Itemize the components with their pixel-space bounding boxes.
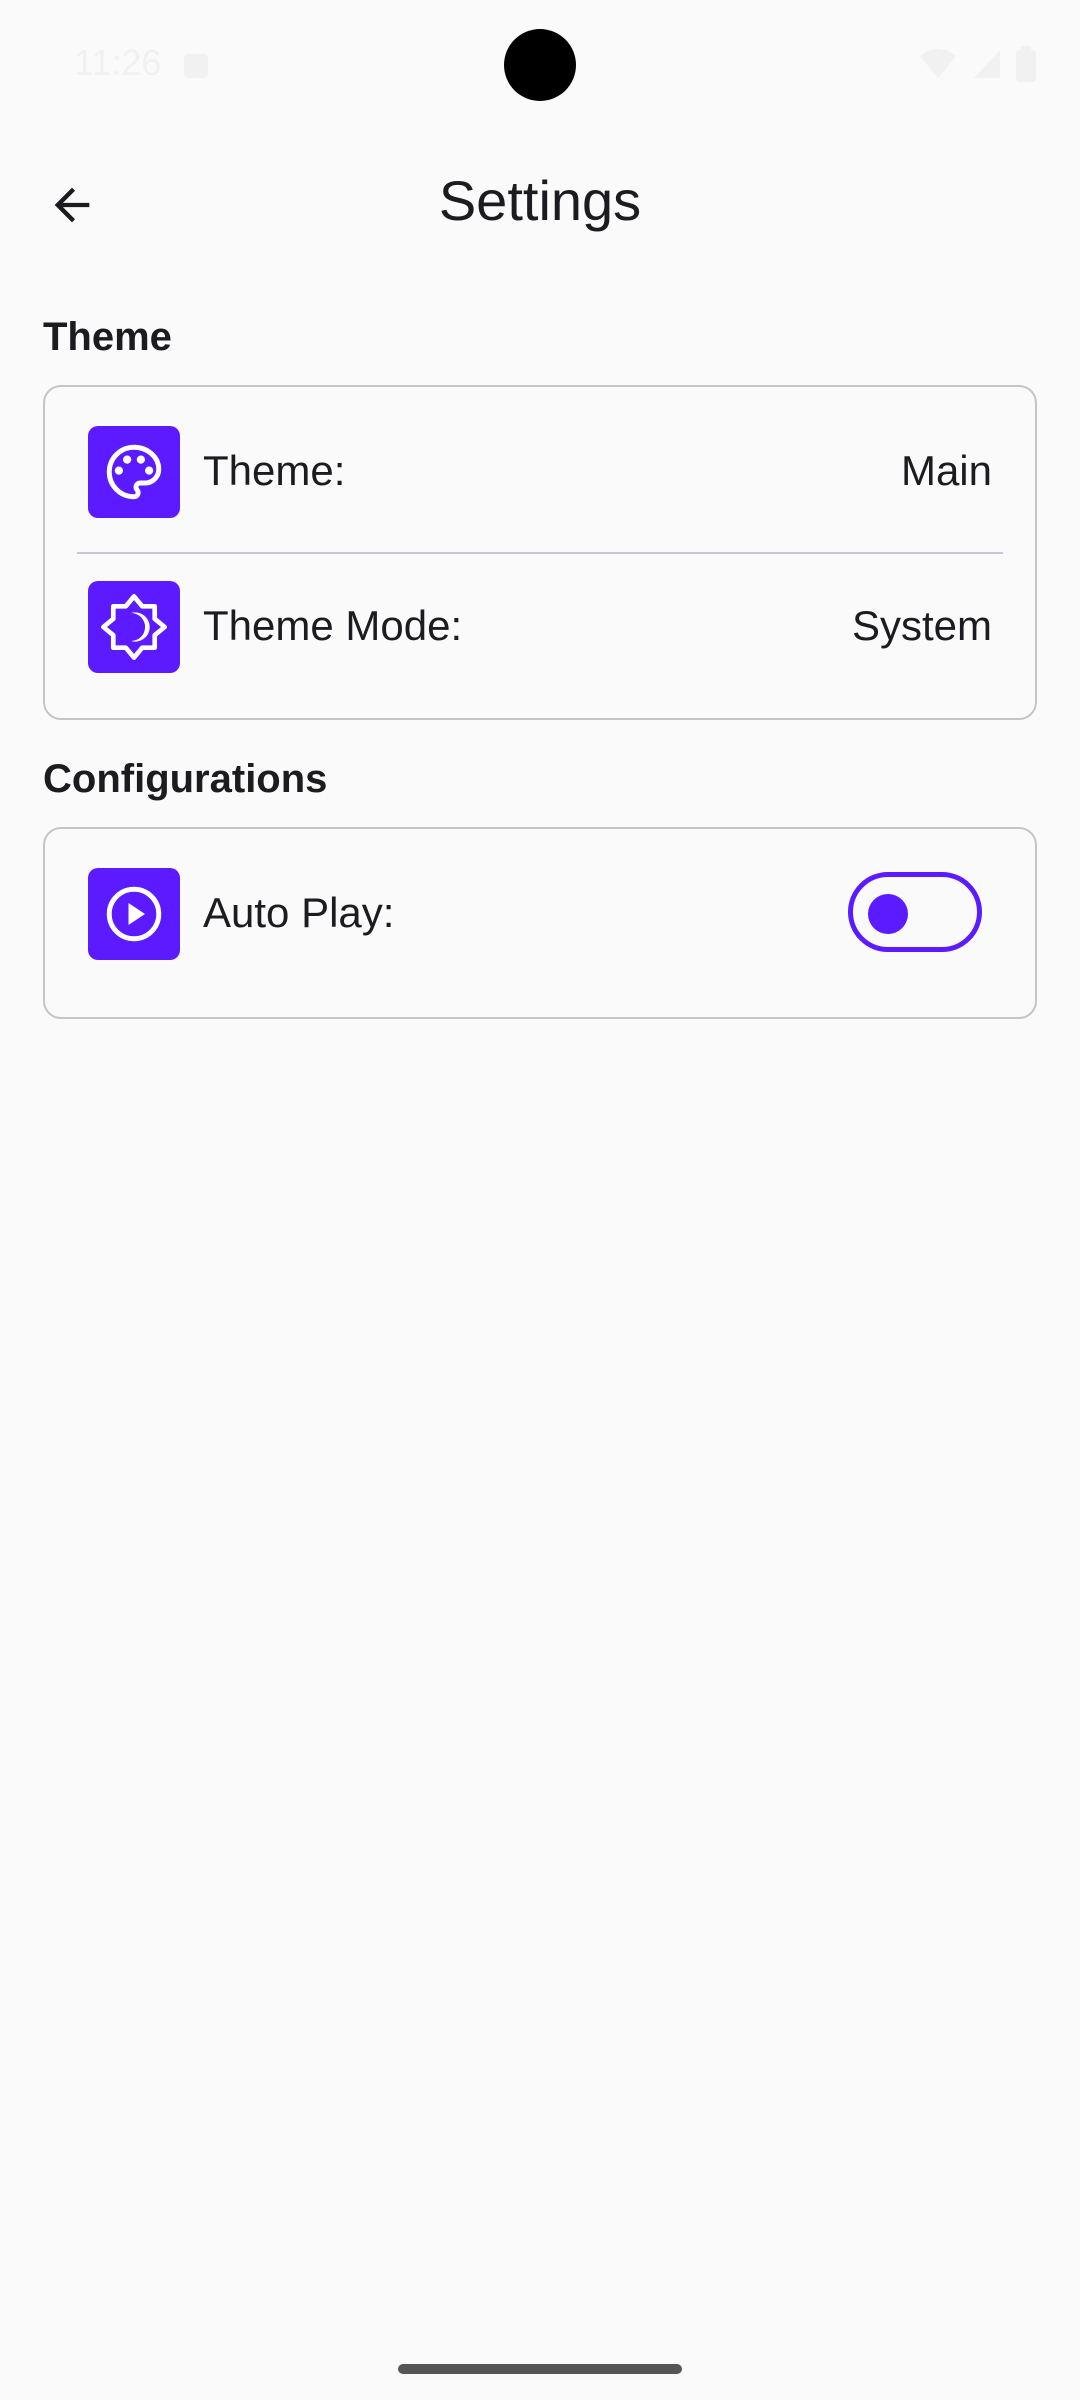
top-app-bar: Settings	[0, 140, 1080, 270]
row-theme-value: Main	[900, 447, 992, 494]
play-circle-icon	[106, 886, 162, 942]
palette-icon-tile	[88, 426, 180, 518]
brightness-auto-icon	[101, 594, 167, 660]
notification-icon	[184, 54, 208, 78]
section-header-configurations: Configurations	[43, 757, 328, 801]
palette-icon	[106, 444, 162, 500]
camera-cutout	[504, 29, 576, 101]
auto-play-toggle[interactable]	[848, 872, 982, 952]
row-theme-label: Theme:	[203, 447, 346, 494]
gesture-nav-handle[interactable]	[398, 2364, 682, 2374]
section-header-theme: Theme	[43, 315, 172, 359]
configurations-card: Auto Play:	[43, 827, 1037, 1019]
row-theme-mode-label: Theme Mode:	[203, 602, 463, 649]
settings-screen: 11:26 Settings Theme Theme: Main Theme M…	[0, 0, 1080, 2400]
toggle-thumb	[868, 894, 908, 934]
page-title: Settings	[438, 169, 642, 232]
brightness-icon-tile	[88, 581, 180, 673]
row-theme[interactable]: Theme: Main	[45, 407, 1035, 537]
battery-icon	[1016, 46, 1036, 82]
wifi-icon	[920, 49, 956, 78]
row-divider	[77, 552, 1003, 554]
row-auto-play[interactable]: Auto Play:	[45, 859, 1035, 989]
play-icon-tile	[88, 868, 180, 960]
status-icons	[918, 46, 1036, 82]
row-theme-mode-value: System	[851, 602, 992, 649]
status-time: 11:26	[74, 42, 162, 83]
theme-card: Theme: Main Theme Mode: System	[43, 385, 1037, 720]
row-theme-mode[interactable]: Theme Mode: System	[45, 562, 1035, 692]
status-bar: 11:26	[0, 0, 1080, 132]
signal-icon	[974, 50, 1000, 78]
row-auto-play-label: Auto Play:	[203, 889, 395, 936]
